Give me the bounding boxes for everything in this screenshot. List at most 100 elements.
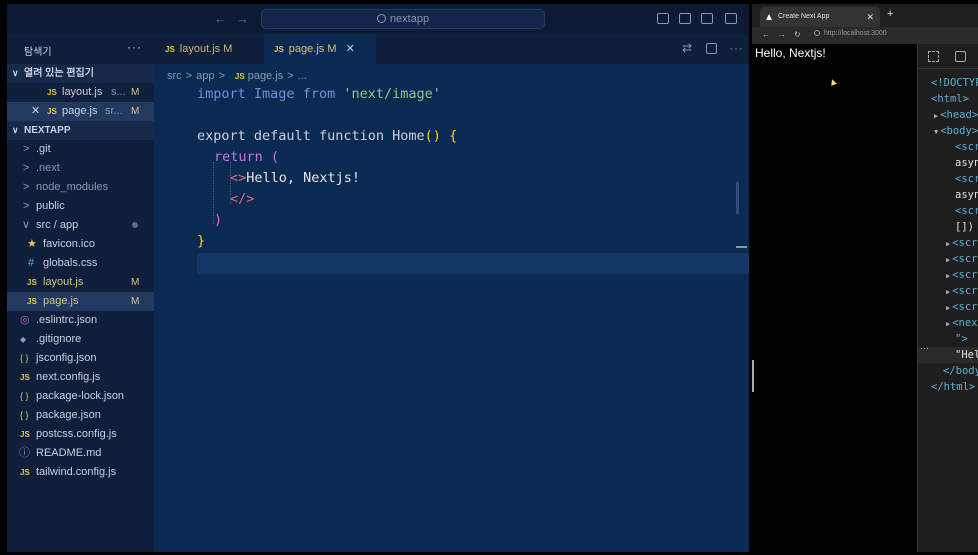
back-arrow-icon[interactable]: ← <box>762 30 770 39</box>
dom-node-line[interactable]: ▶<script <box>918 251 978 267</box>
file-label: postcss.config.js <box>36 428 117 440</box>
dom-node-line[interactable]: ▶<script <box>918 283 978 299</box>
file-item-selected[interactable]: JS page.js M <box>7 292 154 311</box>
triangle-right-icon[interactable]: ▶ <box>946 304 950 312</box>
scrollbar-thumb[interactable] <box>736 182 739 214</box>
dom-node-line[interactable]: ▼ <body> <box>918 123 978 139</box>
inspect-element-icon[interactable] <box>928 51 939 62</box>
js-file-icon: JS <box>234 72 245 81</box>
js-file-icon: JS <box>27 278 37 287</box>
file-item[interactable]: JS postcss.config.js <box>7 425 154 444</box>
file-item[interactable]: ◎ .eslintrc.json <box>7 311 154 330</box>
open-editor-item[interactable]: JS layout.js s... M <box>7 83 154 102</box>
project-header[interactable]: ∨ NEXTAPP <box>7 121 154 140</box>
file-item[interactable]: JS tailwind.config.js <box>7 463 154 482</box>
back-arrow-icon[interactable]: ← <box>214 11 227 26</box>
dom-node-line[interactable]: ▶<script <box>918 267 978 283</box>
breadcrumb-item[interactable]: ... <box>298 70 307 82</box>
breadcrumb-item[interactable]: page.js <box>248 70 283 82</box>
split-editor-icon[interactable] <box>706 43 717 54</box>
file-label: tailwind.config.js <box>36 466 117 478</box>
dom-node-line[interactable]: ▶<script <box>918 299 978 315</box>
dom-node-line[interactable]: async <box>918 155 978 171</box>
compare-changes-icon[interactable]: ⇄ <box>682 41 692 55</box>
folder-item[interactable]: > .next <box>7 159 154 178</box>
toggle-secondary-sidebar-icon[interactable] <box>701 13 713 24</box>
tab-layout-js[interactable]: JS layout.js M <box>165 34 232 64</box>
dom-node-text: <script <box>952 237 978 249</box>
triangle-down-icon[interactable]: ▼ <box>934 128 938 136</box>
new-tab-button[interactable]: + <box>887 8 893 20</box>
dom-node-line[interactable]: async <box>918 187 978 203</box>
file-item[interactable]: JS layout.js M <box>7 273 154 292</box>
folder-item[interactable]: > .git <box>7 140 154 159</box>
forward-arrow-icon[interactable]: → <box>236 11 249 26</box>
triangle-right-icon[interactable]: ▶ <box>946 320 950 328</box>
explorer-header: 탐색기 ··· <box>7 34 154 64</box>
customize-layout-icon[interactable] <box>725 13 737 24</box>
folder-label: .next <box>36 162 60 174</box>
folder-item[interactable]: > public <box>7 197 154 216</box>
dom-node-text: <script <box>952 269 978 281</box>
dom-node-text: <head> <box>940 109 978 121</box>
tab-page-js[interactable]: JS page.js M ✕ <box>264 34 376 64</box>
dom-node-line[interactable]: <script <box>918 139 978 155</box>
open-editor-item-active[interactable]: ✕ JS page.js sr... M <box>7 102 154 121</box>
close-icon[interactable]: ✕ <box>346 43 355 55</box>
toggle-panel-icon[interactable] <box>679 13 691 24</box>
mouse-cursor-icon <box>829 78 837 86</box>
more-actions-icon[interactable]: ··· <box>729 41 744 55</box>
triangle-right-icon[interactable]: ▶ <box>946 256 950 264</box>
file-item[interactable]: { } package-lock.json <box>7 387 154 406</box>
file-label: globals.css <box>43 257 98 269</box>
forward-arrow-icon[interactable]: → <box>778 30 786 39</box>
dom-node-menu-icon[interactable]: ··· <box>920 343 929 353</box>
toggle-primary-sidebar-icon[interactable] <box>657 13 669 24</box>
overview-ruler-marker <box>736 246 747 248</box>
triangle-right-icon[interactable]: ▶ <box>946 272 950 280</box>
address-bar[interactable]: http://localhost:3000 <box>814 30 887 37</box>
close-icon[interactable]: ✕ <box>31 102 40 121</box>
browser-tab[interactable]: Create Next App ✕ <box>760 7 880 27</box>
file-label: package-lock.json <box>36 390 125 402</box>
file-item[interactable]: # globals.css <box>7 254 154 273</box>
browser-window: Create Next App ✕ + ← → ↻ http://localho… <box>752 4 978 552</box>
folder-item-expanded[interactable]: ∨ src / app <box>7 216 154 235</box>
triangle-right-icon[interactable]: ▶ <box>934 112 938 120</box>
dom-node-line[interactable]: </body> <box>918 363 978 379</box>
breadcrumb-item[interactable]: app <box>196 70 214 82</box>
folder-item[interactable]: > node_modules <box>7 178 154 197</box>
open-editors-header[interactable]: ∨ 열려 있는 편집기 <box>7 64 154 83</box>
js-file-icon: JS <box>47 88 57 97</box>
chevron-right-icon: > <box>218 70 225 82</box>
close-icon[interactable]: ✕ <box>866 7 874 27</box>
open-editor-path: sr... <box>105 105 123 117</box>
chevron-down-icon: ∨ <box>12 68 19 78</box>
command-center-search[interactable]: nextapp <box>261 9 545 29</box>
json-file-icon: { } <box>20 353 29 363</box>
dom-node-line[interactable]: <script <box>918 203 978 219</box>
file-item[interactable]: ◆ .gitignore <box>7 330 154 349</box>
file-item[interactable]: { } package.json <box>7 406 154 425</box>
breadcrumb-item[interactable]: src <box>167 70 182 82</box>
dom-node-line[interactable]: </html> <box>918 379 978 395</box>
dom-node-line[interactable]: []) <box>918 219 978 235</box>
dom-node-line[interactable]: ▶<script <box>918 235 978 251</box>
file-item[interactable]: ⓘ README.md <box>7 444 154 463</box>
dom-node-line[interactable]: <html> <box>918 91 978 107</box>
triangle-right-icon[interactable]: ▶ <box>946 240 950 248</box>
device-toolbar-icon[interactable] <box>955 51 966 62</box>
triangle-right-icon[interactable]: ▶ <box>946 288 950 296</box>
more-actions-icon[interactable]: ··· <box>127 40 142 54</box>
dom-node-line[interactable]: ▶ <head> <box>918 107 978 123</box>
chevron-right-icon: > <box>23 181 30 193</box>
dom-node-line[interactable]: <script <box>918 171 978 187</box>
dom-node-line[interactable]: <!DOCTYPE html> <box>918 75 978 91</box>
devtools-resize-handle[interactable] <box>752 360 754 392</box>
file-item[interactable]: ★ favicon.ico <box>7 235 154 254</box>
dom-node-line[interactable]: ▶<next-route-announcer <box>918 315 978 331</box>
file-item[interactable]: { } jsconfig.json <box>7 349 154 368</box>
open-editor-label: page.js <box>62 105 98 117</box>
reload-icon[interactable]: ↻ <box>794 30 801 39</box>
file-item[interactable]: JS next.config.js <box>7 368 154 387</box>
